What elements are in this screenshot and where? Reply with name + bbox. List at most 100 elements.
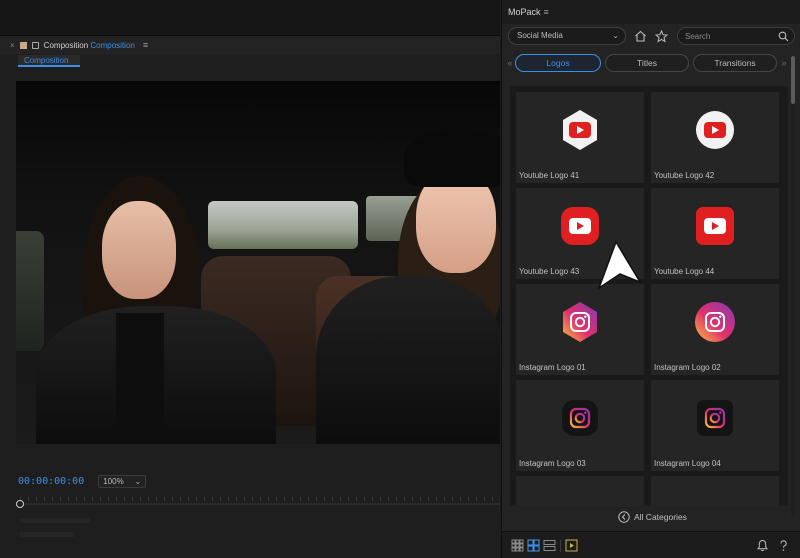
composition-tab-bar: × Composition Composition ≡ (0, 36, 500, 54)
category-value: Social Media (517, 31, 563, 40)
search-input[interactable] (685, 30, 775, 43)
asset-label: Instagram Logo 04 (654, 459, 721, 468)
scrollbar-thumb[interactable] (791, 56, 795, 104)
asset-card[interactable] (516, 476, 644, 506)
footer-placeholder (20, 518, 90, 523)
category-dropdown[interactable]: Social Media ⌄ (508, 27, 626, 45)
scrollbar-track (791, 56, 795, 516)
viewer-controls: 00:00:00:00 100% ⌄ (0, 470, 500, 492)
mopack-footer (502, 531, 800, 558)
asset-label: Instagram Logo 01 (519, 363, 586, 372)
youtube-rounded-icon (561, 207, 599, 245)
asset-label: Youtube Logo 43 (519, 267, 580, 276)
help-icon[interactable] (777, 539, 790, 552)
asset-card[interactable]: Instagram Logo 02 (651, 284, 779, 375)
lock-icon[interactable] (31, 41, 39, 49)
asset-thumbnail (651, 92, 779, 168)
person-left-face (102, 201, 176, 299)
person-right-jacket (316, 276, 500, 444)
asset-label: Youtube Logo 44 (654, 267, 715, 276)
composition-subtab[interactable]: Composition (18, 55, 80, 67)
chevron-down-icon: ⌄ (134, 476, 142, 486)
asset-grid-scrollbar[interactable] (791, 56, 795, 516)
asset-thumbnail (651, 380, 779, 456)
chevron-left-circle-icon (618, 511, 630, 523)
star-icon (654, 29, 668, 43)
car-side-window (16, 231, 44, 351)
tab-logos[interactable]: Logos (515, 54, 601, 72)
mopack-toolbar: Social Media ⌄ (508, 27, 796, 45)
zoom-value: 100% (103, 476, 124, 486)
asset-card[interactable]: Youtube Logo 44 (651, 188, 779, 279)
asset-label: Instagram Logo 02 (654, 363, 721, 372)
asset-thumbnail (516, 92, 644, 168)
asset-card[interactable]: Youtube Logo 42 (651, 92, 779, 183)
timecode-display[interactable]: 00:00:00:00 (18, 476, 84, 487)
asset-card[interactable]: Instagram Logo 03 (516, 380, 644, 471)
footer-divider (560, 540, 561, 552)
tab-titles[interactable]: Titles (605, 54, 689, 72)
zoom-dropdown[interactable]: 100% ⌄ (98, 474, 147, 488)
asset-card[interactable]: Instagram Logo 04 (651, 380, 779, 471)
youtube-circle-icon (696, 111, 734, 149)
instagram-hexagon-icon (563, 302, 597, 342)
favorites-button[interactable] (653, 27, 669, 45)
all-categories-button[interactable]: All Categories (618, 510, 687, 524)
tabs-scroll-right-icon[interactable]: » (779, 56, 789, 70)
mopack-tabs: « Logos Titles Transitions » (502, 54, 800, 72)
person-right-cap (404, 129, 500, 187)
asset-thumbnail (651, 188, 779, 264)
footer-placeholder (20, 532, 75, 537)
composition-footer (0, 514, 500, 558)
mopack-panel: MoPack ≡ Social Media ⌄ « Logos T (501, 0, 800, 558)
playhead-handle[interactable] (16, 500, 24, 508)
chevron-down-icon: ⌄ (612, 31, 619, 40)
timeline-ticks (20, 497, 500, 501)
panel-menu-icon[interactable]: ≡ (143, 40, 148, 50)
asset-thumbnail (516, 380, 644, 456)
panel-menu-icon[interactable]: ≡ (544, 7, 549, 17)
grid-large-view-icon[interactable] (527, 539, 540, 552)
composition-viewer[interactable] (16, 81, 500, 444)
timeline-track (20, 503, 500, 505)
instagram-dark-square-icon (697, 400, 733, 436)
home-button[interactable] (632, 27, 648, 45)
instagram-circle-icon (695, 302, 735, 342)
asset-thumbnail (651, 284, 779, 360)
youtube-square-icon (696, 207, 734, 245)
asset-label: Youtube Logo 41 (519, 171, 580, 180)
asset-label: Youtube Logo 42 (654, 171, 715, 180)
search-icon[interactable] (778, 31, 789, 42)
label-color-icon (19, 41, 27, 49)
list-view-icon[interactable] (543, 539, 556, 552)
grid-small-view-icon[interactable] (511, 539, 524, 552)
all-categories-label: All Categories (634, 512, 687, 522)
composition-tab-title: Composition (43, 40, 89, 50)
composition-tab[interactable]: Composition Composition (44, 41, 135, 50)
timeline-ruler[interactable] (16, 497, 500, 511)
person-left-shirt (116, 313, 164, 443)
tabs-scroll-left-icon[interactable]: « (505, 56, 515, 70)
asset-label: Instagram Logo 03 (519, 459, 586, 468)
youtube-hexagon-icon (563, 110, 597, 150)
asset-card[interactable]: Instagram Logo 01 (516, 284, 644, 375)
asset-grid: Youtube Logo 41 Youtube Logo 42 Youtube … (510, 86, 788, 506)
asset-thumbnail (516, 284, 644, 360)
close-icon[interactable]: × (10, 41, 15, 50)
mopack-header: MoPack ≡ (502, 0, 800, 24)
composition-top-bar (0, 0, 500, 36)
asset-card[interactable] (651, 476, 779, 506)
bell-icon[interactable] (756, 539, 769, 552)
composition-tab-name: Composition (90, 40, 135, 50)
car-rear-window (208, 201, 358, 249)
asset-card[interactable]: Youtube Logo 41 (516, 92, 644, 183)
home-icon (634, 30, 646, 42)
tab-transitions[interactable]: Transitions (693, 54, 777, 72)
video-frame (16, 81, 500, 444)
instagram-dark-icon (562, 400, 598, 436)
mouse-pointer-icon (597, 240, 642, 290)
composition-panel: × Composition Composition ≡ Composition … (0, 0, 500, 558)
search-box (677, 27, 795, 45)
mopack-title: MoPack (508, 7, 541, 17)
play-preview-icon[interactable] (565, 539, 578, 552)
